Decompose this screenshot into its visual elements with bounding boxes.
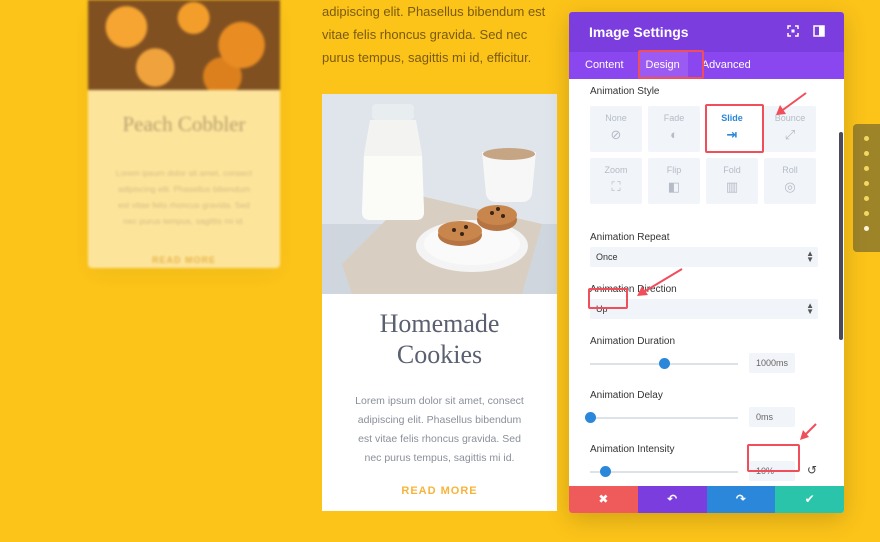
- background-read-more: READ MORE: [151, 255, 216, 265]
- style-option-none[interactable]: None ⊘: [590, 106, 642, 152]
- slider-knob[interactable]: [599, 466, 611, 477]
- peach-image: [88, 0, 280, 90]
- bounce-icon: ⤢: [784, 127, 796, 142]
- nav-dot-active[interactable]: [864, 226, 869, 231]
- cancel-button[interactable]: ✖: [569, 486, 638, 513]
- undo-button[interactable]: ↶: [637, 486, 707, 513]
- slider-knob[interactable]: [659, 358, 670, 369]
- background-card-title: Peach Cobbler: [122, 112, 246, 136]
- nav-dot[interactable]: [864, 181, 869, 186]
- nav-dot[interactable]: [864, 196, 869, 201]
- animation-delay-slider[interactable]: [585, 412, 738, 423]
- annotation-arrow-icon: [637, 268, 683, 296]
- cookies-image[interactable]: [322, 94, 557, 294]
- annotation-arrow-icon: [800, 423, 817, 440]
- panel-scrollbar[interactable]: [839, 132, 843, 340]
- animation-duration-label: Animation Duration: [590, 336, 676, 347]
- style-option-fade[interactable]: Fade ◐: [648, 106, 700, 152]
- tab-content[interactable]: Content: [577, 52, 632, 79]
- save-button[interactable]: ✔: [775, 486, 844, 513]
- reset-icon[interactable]: ↺: [807, 463, 817, 477]
- style-option-label: None: [605, 113, 627, 123]
- animation-duration-input[interactable]: 1000ms: [749, 353, 795, 373]
- animation-intensity-label: Animation Intensity: [590, 444, 675, 455]
- animation-delay-input[interactable]: 0ms: [749, 407, 795, 427]
- style-option-label: Fade: [663, 113, 685, 123]
- animation-repeat-select[interactable]: Once ▲ ▼: [590, 247, 818, 267]
- style-option-label: Zoom: [604, 165, 628, 175]
- nav-dot[interactable]: [864, 211, 869, 216]
- style-option-label: Flip: [666, 165, 682, 175]
- animation-duration-slider[interactable]: [590, 358, 738, 369]
- design-tab-highlight: [638, 50, 704, 79]
- animation-delay-label: Animation Delay: [590, 390, 663, 401]
- style-option-flip[interactable]: Flip ◧: [648, 158, 700, 204]
- style-option-roll[interactable]: Roll ◎: [764, 158, 816, 204]
- redo-button[interactable]: ↷: [706, 486, 776, 513]
- nav-dot[interactable]: [864, 136, 869, 141]
- panel-footer: ✖ ↶ ↷ ✔: [569, 486, 844, 513]
- select-arrows-icon: ▲ ▼: [806, 301, 814, 316]
- dot-navigation[interactable]: [853, 124, 880, 252]
- direction-highlight: [588, 288, 628, 309]
- background-recipe-card: Peach Cobbler Lorem ipsum dolor sit amet…: [88, 0, 280, 268]
- panel-title: Image Settings: [589, 24, 689, 40]
- card-title: Homemade Cookies: [379, 309, 500, 369]
- panel-tabs: Content Design Advanced: [569, 52, 844, 79]
- style-option-zoom[interactable]: Zoom ⛶: [590, 158, 642, 204]
- roll-icon: ◎: [784, 179, 796, 194]
- select-arrows-icon: ▲ ▼: [806, 249, 814, 264]
- style-option-label: Fold: [723, 165, 741, 175]
- fullscreen-icon[interactable]: [786, 25, 800, 39]
- fade-icon: ◐: [670, 127, 678, 142]
- sidebar-toggle-icon[interactable]: [812, 25, 826, 39]
- animation-repeat-value: Once: [596, 252, 618, 262]
- slide-option-highlight: [705, 104, 764, 153]
- style-option-label: Roll: [782, 165, 798, 175]
- nav-dot[interactable]: [864, 166, 869, 171]
- annotation-arrow-icon: [776, 92, 807, 115]
- none-icon: ⊘: [610, 127, 622, 142]
- background-paragraph: adipiscing elit. Phasellus bibendum est …: [322, 4, 546, 65]
- intensity-highlight: [747, 444, 800, 472]
- nav-dot[interactable]: [864, 151, 869, 156]
- fold-icon: ▥: [725, 179, 739, 194]
- panel-header[interactable]: Image Settings: [569, 12, 844, 52]
- zoom-icon: ⛶: [611, 179, 621, 194]
- slider-knob[interactable]: [585, 412, 596, 423]
- background-card-body: Lorem ipsum dolor sit amet, consect adip…: [115, 168, 253, 226]
- card-body: Lorem ipsum dolor sit amet, consect adip…: [355, 395, 524, 464]
- read-more-link[interactable]: READ MORE: [322, 485, 557, 497]
- animation-repeat-label: Animation Repeat: [590, 232, 670, 243]
- animation-intensity-slider[interactable]: [590, 466, 738, 477]
- flip-icon: ◧: [667, 179, 681, 194]
- recipe-card[interactable]: Homemade Cookies Lorem ipsum dolor sit a…: [322, 94, 557, 511]
- style-option-fold[interactable]: Fold ▥: [706, 158, 758, 204]
- animation-style-label: Animation Style: [590, 86, 660, 97]
